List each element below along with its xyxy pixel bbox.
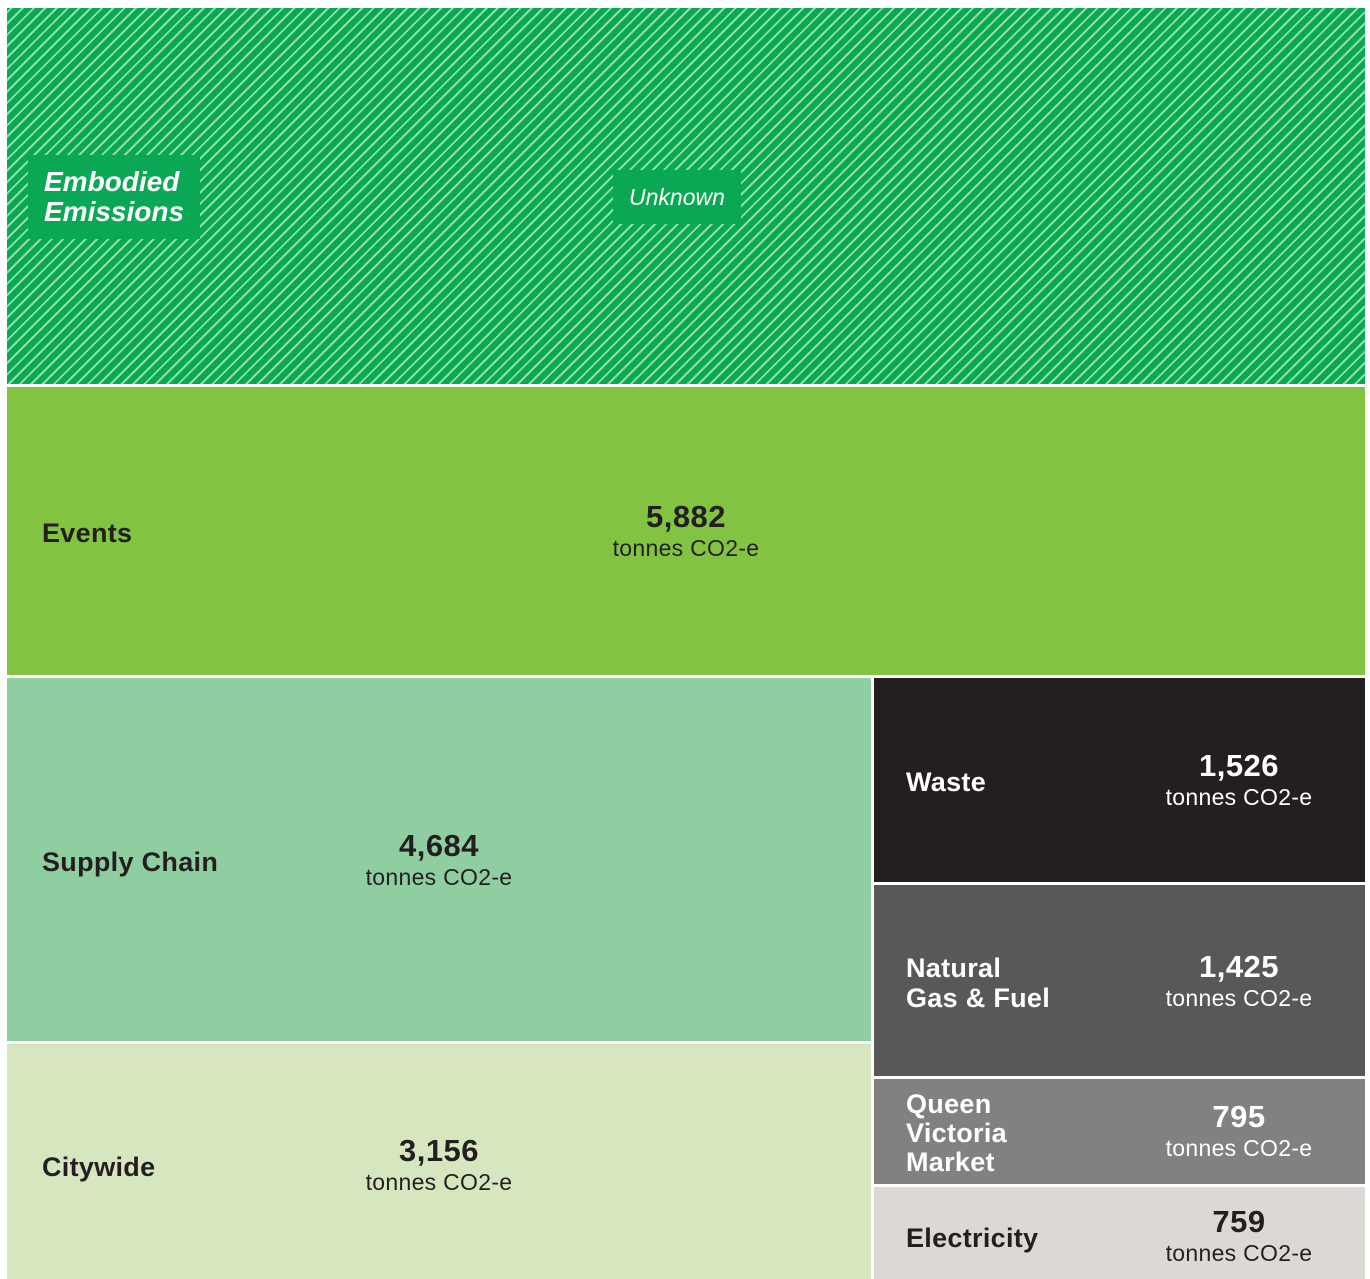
events-value-number: 5,882	[645, 499, 727, 534]
qvm-value-unit: tonnes CO2-e	[1165, 1135, 1313, 1161]
citywide-value-unit: tonnes CO2-e	[365, 1169, 513, 1195]
events-value-unit: tonnes CO2-e	[612, 535, 760, 561]
citywide-label: Citywide	[42, 1152, 156, 1182]
embodied-emissions-label: Embodied Emissions	[28, 155, 201, 239]
citywide-value: 3,156 tonnes CO2-e	[366, 1134, 513, 1196]
waste-value-number: 1,526	[1198, 748, 1280, 783]
supply-chain-value-number: 4,684	[398, 828, 480, 863]
qvm-label: Queen Victoria Market	[906, 1089, 1007, 1177]
events-value: 5,882 tonnes CO2-e	[613, 500, 760, 562]
electricity-value-number: 759	[1212, 1204, 1266, 1239]
natural-gas-fuel-value-unit: tonnes CO2-e	[1165, 985, 1313, 1011]
natural-gas-fuel-value: 1,425 tonnes CO2-e	[1166, 950, 1313, 1012]
tile-supply-chain: Supply Chain 4,684 tonnes CO2-e	[7, 678, 871, 1041]
waste-value-unit: tonnes CO2-e	[1165, 784, 1313, 810]
waste-value: 1,526 tonnes CO2-e	[1166, 749, 1313, 811]
citywide-value-number: 3,156	[398, 1133, 480, 1168]
tile-events: Events 5,882 tonnes CO2-e	[7, 387, 1365, 675]
tile-queen-victoria-market: Queen Victoria Market 795 tonnes CO2-e	[874, 1079, 1365, 1184]
qvm-value-number: 795	[1212, 1099, 1266, 1134]
waste-label: Waste	[906, 767, 987, 797]
qvm-value: 795 tonnes CO2-e	[1166, 1100, 1313, 1162]
tile-electricity: Electricity 759 tonnes CO2-e	[874, 1187, 1365, 1279]
tile-embodied-emissions: Embodied Emissions Unknown	[7, 8, 1365, 384]
supply-chain-value-unit: tonnes CO2-e	[365, 864, 513, 890]
tile-waste: Waste 1,526 tonnes CO2-e	[874, 678, 1365, 882]
embodied-emissions-value: Unknown	[613, 170, 741, 224]
supply-chain-label: Supply Chain	[42, 847, 219, 877]
tile-citywide: Citywide 3,156 tonnes CO2-e	[7, 1044, 871, 1279]
tile-natural-gas-fuel: Natural Gas & Fuel 1,425 tonnes CO2-e	[874, 885, 1365, 1076]
supply-chain-value: 4,684 tonnes CO2-e	[366, 829, 513, 891]
natural-gas-fuel-label: Natural Gas & Fuel	[906, 953, 1051, 1013]
electricity-label: Electricity	[906, 1223, 1039, 1253]
natural-gas-fuel-value-number: 1,425	[1198, 949, 1280, 984]
electricity-value: 759 tonnes CO2-e	[1166, 1205, 1313, 1267]
electricity-value-unit: tonnes CO2-e	[1165, 1240, 1313, 1266]
events-label: Events	[42, 518, 133, 548]
